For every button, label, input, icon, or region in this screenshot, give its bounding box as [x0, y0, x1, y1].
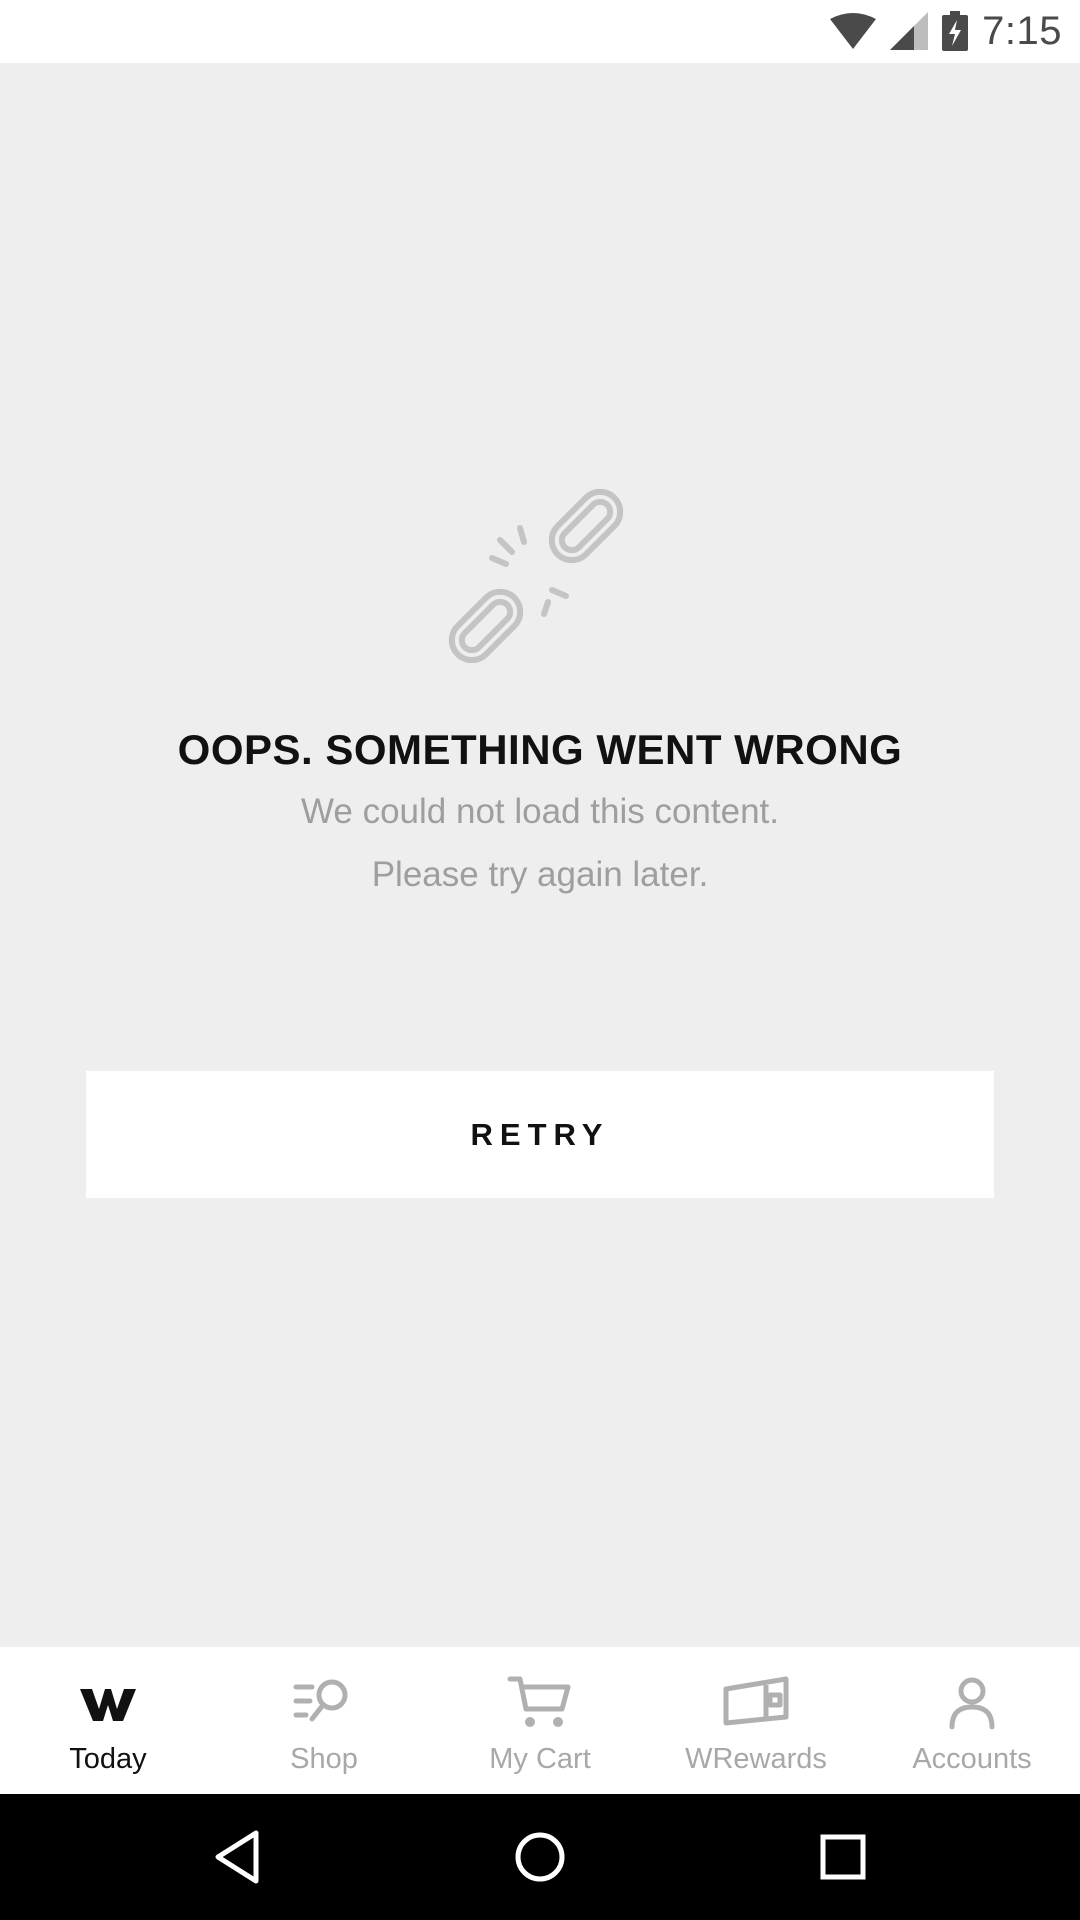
nav-label-today: Today — [69, 1743, 147, 1775]
status-icons: 7:15 — [830, 8, 1062, 54]
battery-charging-icon — [942, 11, 969, 51]
nav-label-my-cart: My Cart — [489, 1743, 591, 1775]
error-title: OOPS. SOMETHING WENT WRONG — [177, 726, 903, 773]
home-icon[interactable] — [510, 1827, 570, 1887]
system-nav-bar — [0, 1794, 1080, 1920]
cart-icon — [507, 1676, 571, 1727]
nav-label-accounts: Accounts — [912, 1743, 1032, 1775]
nav-item-wrewards[interactable]: WRewards — [648, 1647, 864, 1794]
bottom-nav: Today Shop My Cart WRewards Accounts — [0, 1647, 1080, 1794]
wifi-icon — [830, 13, 877, 49]
retry-button[interactable]: RETRY — [86, 1071, 994, 1198]
nav-label-shop: Shop — [290, 1743, 358, 1775]
account-icon — [949, 1677, 995, 1730]
w-logo-icon — [80, 1689, 136, 1721]
rewards-card-icon — [723, 1676, 789, 1726]
nav-item-my-cart[interactable]: My Cart — [432, 1647, 648, 1794]
error-message-line-2: Please try again later. — [371, 855, 709, 894]
back-icon[interactable] — [208, 1827, 268, 1887]
nav-item-shop[interactable]: Shop — [216, 1647, 432, 1794]
error-screen: OOPS. SOMETHING WENT WRONG We could not … — [0, 63, 1080, 1647]
status-bar: 7:15 — [0, 0, 1080, 63]
nav-item-accounts[interactable]: Accounts — [864, 1647, 1080, 1794]
shop-search-icon — [293, 1679, 348, 1722]
status-time: 7:15 — [982, 8, 1062, 53]
broken-link-icon — [448, 488, 624, 664]
nav-item-today[interactable]: Today — [0, 1647, 216, 1794]
retry-label: RETRY — [470, 1116, 610, 1152]
error-message-line-1: We could not load this content. — [301, 792, 779, 831]
cell-signal-icon — [890, 12, 929, 50]
recents-icon[interactable] — [813, 1827, 873, 1887]
nav-label-wrewards: WRewards — [685, 1743, 827, 1775]
